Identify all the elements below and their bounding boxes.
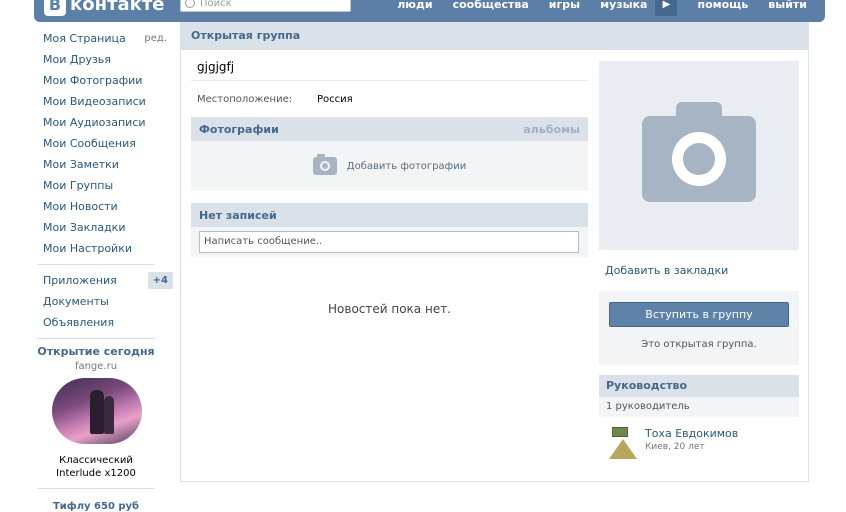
sidebar-item-bookmarks[interactable]: Мои Закладки <box>37 217 175 238</box>
promo-title[interactable]: Открытие сегодня <box>37 345 155 358</box>
top-bar: В контакте Поиск люди сообщества игры му… <box>34 0 825 22</box>
main-panel: Открытая группа gjgjgfj Местоположение: … <box>180 22 809 482</box>
promo-image[interactable] <box>52 378 142 444</box>
add-bookmark-link[interactable]: Добавить в закладки <box>599 264 799 277</box>
nav-games[interactable]: игры <box>549 0 580 14</box>
left-sidebar: Моя Страница ред. Мои Друзья Мои Фотогра… <box>37 28 175 512</box>
promo-figure <box>90 390 104 434</box>
promo-site: fange.ru <box>74 361 118 372</box>
leader-details: Киев, 20 лет <box>645 442 705 452</box>
sidebar-divider <box>37 338 155 339</box>
sidebar-item-my-page[interactable]: Моя Страница ред. <box>37 28 175 49</box>
management-count: 1 руководитель <box>599 397 799 417</box>
sidebar-item-label: Моя Страница <box>43 32 126 45</box>
promo-caption-line: Классический <box>59 455 133 466</box>
sidebar-item-audio[interactable]: Мои Аудиозаписи <box>37 112 175 133</box>
group-info-row: Местоположение: Россия <box>191 94 588 105</box>
sidebar-item-label: Приложения <box>43 274 117 287</box>
photos-title[interactable]: Фотографии <box>199 123 279 136</box>
join-box: Вступить в группу Это открытая группа. <box>599 291 799 365</box>
nav-people[interactable]: люди <box>397 0 432 14</box>
sidebar-item-settings[interactable]: Мои Настройки <box>37 238 175 259</box>
camera-icon <box>312 154 337 175</box>
sidebar-divider <box>37 488 155 489</box>
camera-lens <box>672 131 726 186</box>
logo-text: контакте <box>70 0 165 15</box>
search-icon <box>185 0 195 8</box>
sidebar-item-news[interactable]: Мои Новости <box>37 196 175 217</box>
right-column: Добавить в закладки Вступить в группу Эт… <box>599 61 799 459</box>
sidebar-divider <box>37 264 155 265</box>
promo-caption-line: Interlude x1200 <box>56 468 136 479</box>
sidebar-item-messages[interactable]: Мои Сообщения <box>37 133 175 154</box>
join-group-button[interactable]: Вступить в группу <box>609 302 789 327</box>
photos-header: Фотографии альбомы <box>191 117 588 141</box>
albums-link[interactable]: альбомы <box>523 123 580 136</box>
avatar[interactable] <box>609 427 637 459</box>
page-title: Открытая группа <box>181 22 808 50</box>
no-news-text: Новостей пока нет. <box>328 302 451 316</box>
nav-music[interactable]: музыка <box>600 0 647 14</box>
post-input[interactable]: Написать сообщение.. <box>199 231 579 253</box>
promo-caption[interactable]: Классический Interlude x1200 <box>37 454 155 480</box>
sidebar-item-friends[interactable]: Мои Друзья <box>37 49 175 70</box>
nav-logout[interactable]: выйти <box>768 0 807 14</box>
add-photos-area[interactable]: Добавить фотографии <box>191 141 588 191</box>
sidebar-item-photos[interactable]: Мои Фотографии <box>37 70 175 91</box>
location-label: Местоположение: <box>197 94 293 105</box>
wall-title: Нет записей <box>199 208 277 222</box>
leader-name[interactable]: Тоха Евдокимов <box>645 427 738 440</box>
camera-placeholder-icon <box>642 101 756 202</box>
location-value: Россия <box>317 94 353 105</box>
avatar-part <box>612 427 628 437</box>
sidebar-item-apps[interactable]: Приложения +4 <box>37 270 175 291</box>
apps-count-badge: +4 <box>147 272 173 289</box>
add-photos-label: Добавить фотографии <box>346 160 467 172</box>
vk-logo[interactable]: В контакте <box>44 0 164 16</box>
promo-next-title[interactable]: Тифлу 650 руб <box>37 501 155 512</box>
group-name: gjgjgfj <box>191 60 588 81</box>
avatar-part <box>609 439 637 459</box>
group-content: gjgjgfj Местоположение: Россия Фотографи… <box>191 60 588 316</box>
group-cover[interactable] <box>599 61 799 250</box>
nav-communities[interactable]: сообщества <box>453 0 529 14</box>
search-input[interactable]: Поиск <box>180 0 351 12</box>
sidebar-item-groups[interactable]: Мои Группы <box>37 175 175 196</box>
wall-header: Нет записей <box>191 203 588 227</box>
sidebar-item-notes[interactable]: Мои Заметки <box>37 154 175 175</box>
wall-composer: Написать сообщение.. <box>191 227 588 257</box>
leader-row: Тоха Евдокимов Киев, 20 лет <box>599 417 799 459</box>
sidebar-item-ads[interactable]: Объявления <box>37 312 175 333</box>
leader-info: Тоха Евдокимов Киев, 20 лет <box>645 427 738 459</box>
edit-link[interactable]: ред. <box>144 28 167 49</box>
join-note: Это открытая группа. <box>641 339 757 350</box>
promo-figure <box>104 396 114 434</box>
top-nav: люди сообщества игры музыка ▶ помощь вый… <box>377 0 807 16</box>
logo-letter: В <box>44 0 66 16</box>
management-header: Руководство <box>599 375 799 397</box>
sidebar-item-documents[interactable]: Документы <box>37 291 175 312</box>
sidebar-item-videos[interactable]: Мои Видеозаписи <box>37 91 175 112</box>
play-icon[interactable]: ▶ <box>655 0 678 16</box>
search-placeholder: Поиск <box>200 0 232 9</box>
nav-help[interactable]: помощь <box>697 0 748 14</box>
